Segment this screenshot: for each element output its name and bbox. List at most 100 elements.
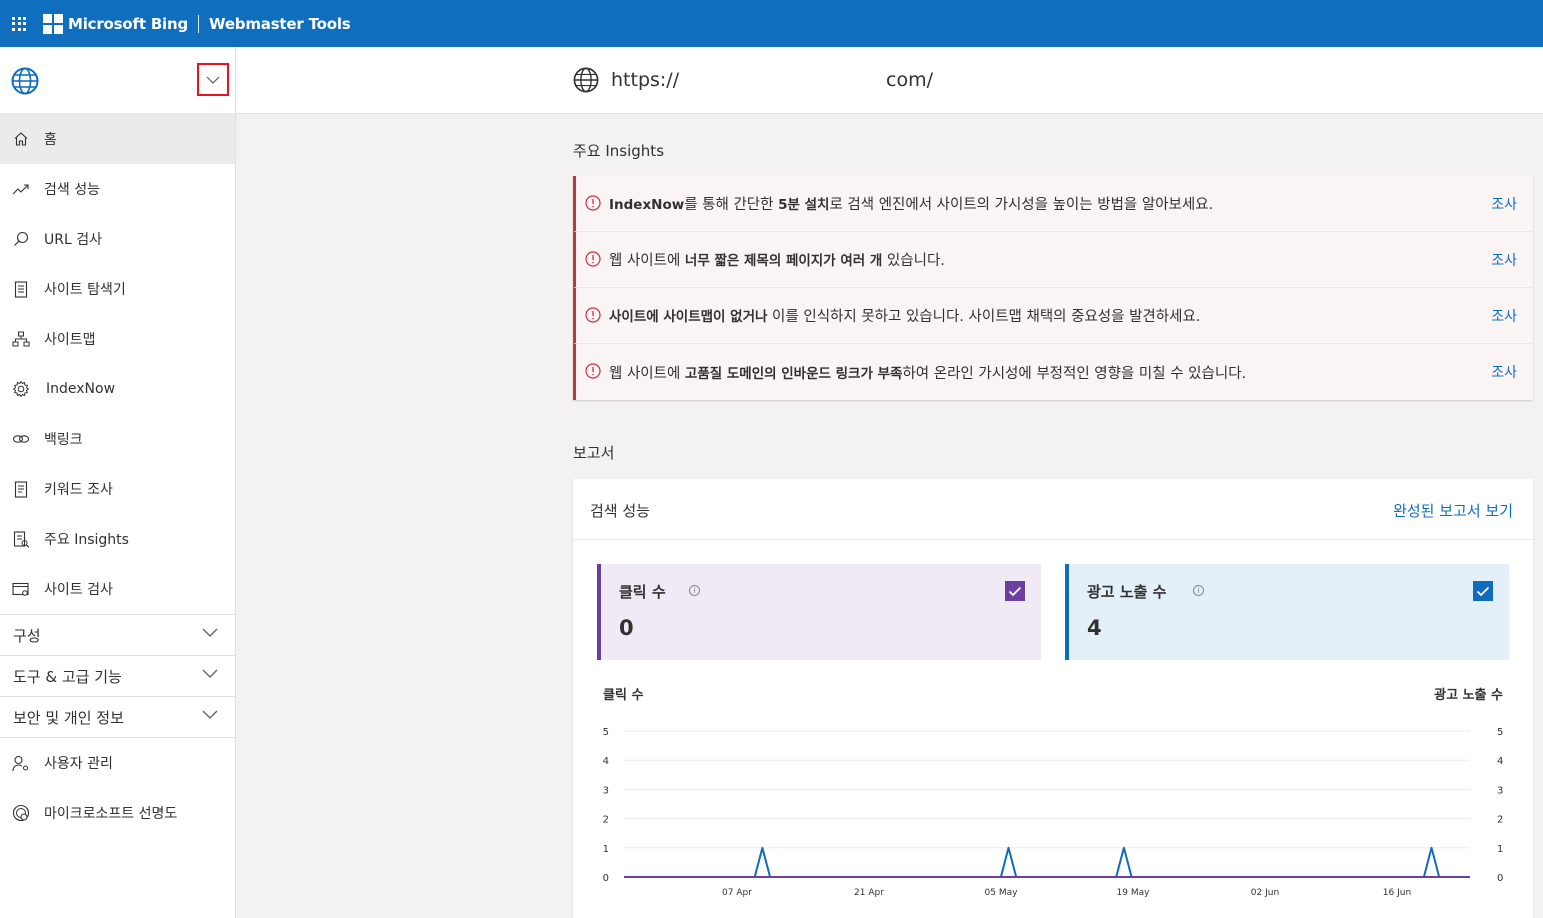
y-tick-label-left: 3: [603, 785, 609, 796]
insight-text: 웹 사이트에 너무 짧은 제목의 페이지가 여러 개 있습니다.: [609, 249, 945, 270]
insight-row: 웹 사이트에 너무 짧은 제목의 페이지가 여러 개 있습니다. 조사: [573, 232, 1533, 288]
insight-bold-text: 너무 짧은 제목의 페이지가 여러 개: [684, 253, 883, 269]
investigate-link[interactable]: 조사: [1491, 362, 1517, 382]
link-icon: [12, 430, 30, 448]
search-icon: [12, 230, 30, 248]
nav-item-label: IndexNow: [46, 381, 116, 397]
nav-item-user-management[interactable]: 사용자 관리: [0, 738, 235, 788]
app-launcher-icon[interactable]: [12, 16, 26, 31]
y-tick-label-left: 2: [603, 815, 609, 826]
performance-chart: 0 0 1 1 2 2 3 3 4 4 5 5 07 Apr 21 Apr 05 May 19 May 02 J…: [603, 727, 1504, 898]
nav-item-backlinks[interactable]: 백링크: [0, 414, 235, 464]
nav-item-clarity[interactable]: 마이크로소프트 선명도: [0, 788, 235, 838]
insight-plain-text: 하여 온라인 가시성에 부정적인 영향을 미칠 수 있습니다.: [902, 365, 1247, 382]
nav-group-tools[interactable]: 도구 & 고급 기능: [0, 655, 235, 696]
nav-item-site-explorer[interactable]: 사이트 탐색기: [0, 264, 235, 314]
product-name[interactable]: Webmaster Tools: [209, 15, 351, 33]
x-tick-label: 16 Jun: [1383, 888, 1411, 898]
nav-item-label: 사이트 검사: [44, 582, 113, 598]
insight-row: 사이트에 사이트맵이 없거나 이를 인식하지 못하고 있습니다. 사이트맵 채택…: [573, 288, 1533, 344]
alert-icon: [585, 307, 601, 323]
y-tick-label-right: 3: [1497, 785, 1503, 796]
x-tick-label: 02 Jun: [1251, 888, 1279, 898]
investigate-link[interactable]: 조사: [1491, 306, 1517, 326]
globe-icon: [573, 67, 599, 93]
brand-name[interactable]: Microsoft Bing: [68, 15, 188, 33]
nav-item-label: 키워드 조사: [44, 482, 113, 498]
investigate-link[interactable]: 조사: [1491, 194, 1517, 214]
y-tick-label-right: 1: [1497, 844, 1503, 855]
chevron-down-icon: [202, 710, 218, 719]
insight-text: 웹 사이트에 고품질 도메인의 인바운드 링크가 부족하여 온라인 가시성에 부…: [609, 362, 1246, 383]
search-performance-card: 검색 성능 완성된 보고서 보기 클릭 수 i 0 광고 노출 수 i 4 클릭…: [573, 479, 1533, 918]
microsoft-logo-icon: [43, 13, 63, 34]
insight-row: 웹 사이트에 고품질 도메인의 인바운드 링크가 부족하여 온라인 가시성에 부…: [573, 344, 1533, 400]
nav-group-label: 도구 & 고급 기능: [13, 667, 122, 686]
top-bar: Microsoft Bing Webmaster Tools: [0, 0, 1543, 47]
insight-plain-text: 있습니다.: [882, 253, 945, 269]
nav-group-label: 구성: [13, 626, 41, 645]
globe-icon: [11, 67, 39, 95]
home-icon: [12, 130, 30, 148]
trend-icon: [12, 180, 30, 198]
nav-item-indexnow[interactable]: IndexNow: [0, 364, 235, 414]
nav-item-label: 백링크: [44, 432, 83, 448]
nav-item-label: 검색 성능: [44, 182, 100, 198]
gear-icon: [12, 380, 30, 398]
insight-bold-text: 고품질 도메인의 인바운드 링크가 부족: [684, 365, 903, 382]
y-tick-label-left: 5: [603, 727, 609, 738]
nav-group-configuration[interactable]: 구성: [0, 614, 235, 655]
site-dropdown-button[interactable]: [197, 63, 229, 96]
y-tick-label-left: 4: [603, 756, 609, 767]
y-tick-label-left: 1: [603, 844, 609, 855]
nav-item-recommendations[interactable]: 주요 Insights: [0, 514, 235, 564]
insight-text: 사이트에 사이트맵이 없거나 이를 인식하지 못하고 있습니다. 사이트맵 채택…: [609, 305, 1200, 326]
y-tick-label-left: 0: [603, 873, 609, 884]
series-line: [624, 846, 1470, 878]
nav-item-sitemaps[interactable]: 사이트맵: [0, 314, 235, 364]
site-picker: [0, 47, 235, 114]
nav-item-label: 사이트 탐색기: [44, 282, 126, 298]
sidebar: 홈 검색 성능 URL 검사 사이트 탐색기 사이트맵 IndexNow 백링크: [0, 47, 236, 918]
nav-group-security[interactable]: 보안 및 개인 정보: [0, 696, 235, 737]
x-tick-label: 21 Apr: [854, 888, 884, 898]
alert-icon: [585, 251, 601, 267]
nav-item-label: 주요 Insights: [44, 532, 129, 548]
y-tick-label-right: 2: [1497, 815, 1503, 826]
insight-plain-text: 를 통해 간단한: [684, 197, 779, 213]
nav-item-url-inspection[interactable]: URL 검사: [0, 214, 235, 264]
document-icon: [12, 280, 30, 298]
investigate-link[interactable]: 조사: [1491, 250, 1517, 270]
chevron-down-icon: [202, 669, 218, 678]
insight-bold-text: IndexNow: [609, 197, 685, 213]
list-icon: [12, 480, 30, 498]
insight-text: IndexNow를 통해 간단한 5분 설치로 검색 엔진에서 사이트의 가시성…: [609, 193, 1213, 214]
x-tick-label: 07 Apr: [722, 888, 752, 898]
insight-plain-text: 웹 사이트에: [609, 253, 685, 269]
insight-bold-text: 사이트에 사이트맵이 없거나: [609, 309, 768, 325]
y-tick-label-right: 0: [1497, 873, 1503, 884]
nav-item-label: URL 검사: [44, 232, 102, 248]
nav-item-search-performance[interactable]: 검색 성능: [0, 164, 235, 214]
site-url-header: https:// com/: [236, 47, 1543, 114]
y-tick-label-right: 4: [1497, 756, 1503, 767]
scan-icon: [12, 580, 30, 598]
y-tick-label-right: 5: [1497, 727, 1503, 738]
reports-section-title: 보고서: [573, 444, 615, 462]
brand-divider: [198, 14, 200, 33]
nav-item-label: 사용자 관리: [44, 756, 113, 772]
nav-item-label: 사이트맵: [44, 332, 96, 348]
site-url-prefix: https://: [611, 69, 680, 91]
x-tick-label: 05 May: [985, 888, 1019, 898]
nav-item-keyword-research[interactable]: 키워드 조사: [0, 464, 235, 514]
x-tick-label: 19 May: [1117, 888, 1151, 898]
insight-plain-text: 이를 인식하지 못하고 있습니다. 사이트맵 채택의 중요성을 발견하세요.: [767, 309, 1201, 325]
chevron-down-icon: [206, 76, 220, 84]
chevron-down-icon: [202, 628, 218, 637]
nav-item-site-scan[interactable]: 사이트 검사: [0, 564, 235, 614]
insights-icon: [12, 530, 30, 548]
insights-list: IndexNow를 통해 간단한 5분 설치로 검색 엔진에서 사이트의 가시성…: [573, 176, 1533, 400]
nav-item-home[interactable]: 홈: [0, 114, 235, 164]
insight-plain-text: 로 검색 엔진에서 사이트의 가시성을 높이는 방법을 알아보세요.: [829, 197, 1214, 213]
nav-item-label: 마이크로소프트 선명도: [44, 806, 178, 822]
